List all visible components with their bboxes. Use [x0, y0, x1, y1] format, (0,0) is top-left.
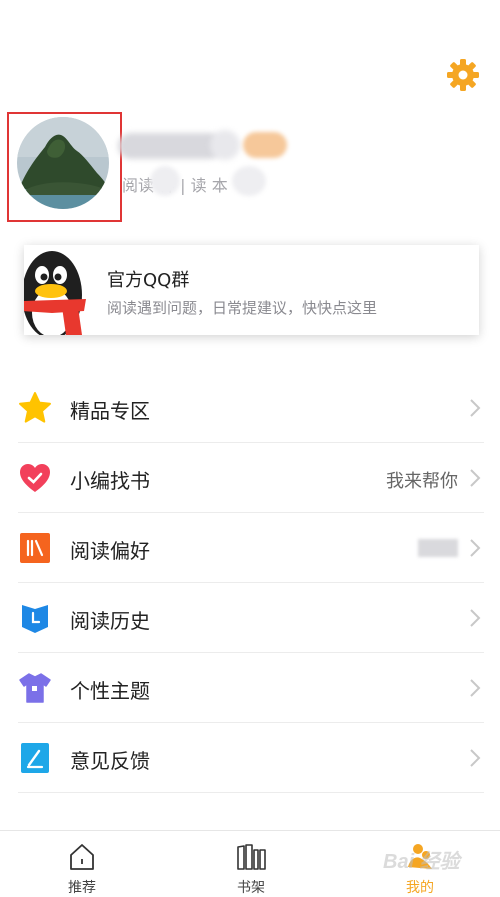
username-blurred — [118, 133, 222, 159]
home-icon — [70, 844, 94, 870]
menu-item-feedback[interactable]: 意见反馈 — [18, 723, 484, 793]
chevron-right-icon — [470, 749, 481, 767]
tab-label: 书架 — [237, 880, 265, 896]
avatar[interactable] — [17, 117, 109, 209]
menu-list: 精品专区 小编找书 我来帮你 阅读偏好 阅读历史 个性主题 意见反馈 — [18, 373, 484, 793]
preference-value-blurred — [418, 539, 458, 557]
avatar-image — [17, 117, 109, 209]
menu-item-label: 阅读偏好 — [70, 539, 150, 563]
star-icon — [19, 392, 51, 423]
chevron-right-icon — [470, 469, 481, 487]
menu-item-editor-find-book[interactable]: 小编找书 我来帮你 — [18, 443, 484, 513]
username-blurred — [210, 130, 240, 160]
bookshelf-icon — [237, 844, 266, 870]
menu-item-theme[interactable]: 个性主题 — [18, 653, 484, 723]
tab-recommend[interactable]: 推荐 — [32, 831, 132, 897]
tab-label: 我的 — [406, 880, 434, 896]
baidu-watermark: Bai 经验 — [383, 851, 460, 873]
level-badge-blurred — [243, 132, 287, 158]
tab-label: 推荐 — [68, 880, 96, 896]
gear-icon[interactable] — [445, 57, 481, 93]
menu-item-label: 阅读历史 — [70, 609, 150, 633]
tab-bookshelf[interactable]: 书架 — [201, 831, 301, 897]
feedback-pen-icon — [21, 743, 49, 773]
books-icon — [20, 533, 50, 563]
chevron-right-icon — [470, 399, 481, 417]
stats-blur — [150, 166, 180, 196]
qq-group-card[interactable]: 官方QQ群 阅读遇到问题，日常提建议，快快点这里 — [24, 245, 479, 335]
stats-blur — [232, 166, 266, 196]
menu-item-reading-history[interactable]: 阅读历史 — [18, 583, 484, 653]
history-book-icon — [22, 605, 48, 633]
qq-group-title: 官方QQ群 — [107, 270, 190, 291]
menu-item-value: 我来帮你 — [386, 471, 458, 492]
menu-item-label: 个性主题 — [70, 679, 150, 703]
menu-item-reading-preference[interactable]: 阅读偏好 — [18, 513, 484, 583]
qq-penguin-icon — [24, 251, 86, 335]
menu-item-label: 意见反馈 — [70, 749, 150, 773]
menu-item-label: 精品专区 — [70, 399, 150, 423]
menu-item-label: 小编找书 — [70, 469, 150, 493]
chevron-right-icon — [470, 679, 481, 697]
chevron-right-icon — [470, 609, 481, 627]
chevron-right-icon — [470, 539, 481, 557]
tshirt-icon — [19, 673, 51, 703]
menu-item-premium[interactable]: 精品专区 — [18, 373, 484, 443]
qq-group-subtitle: 阅读遇到问题，日常提建议，快快点这里 — [107, 299, 378, 317]
heart-icon — [20, 464, 50, 492]
